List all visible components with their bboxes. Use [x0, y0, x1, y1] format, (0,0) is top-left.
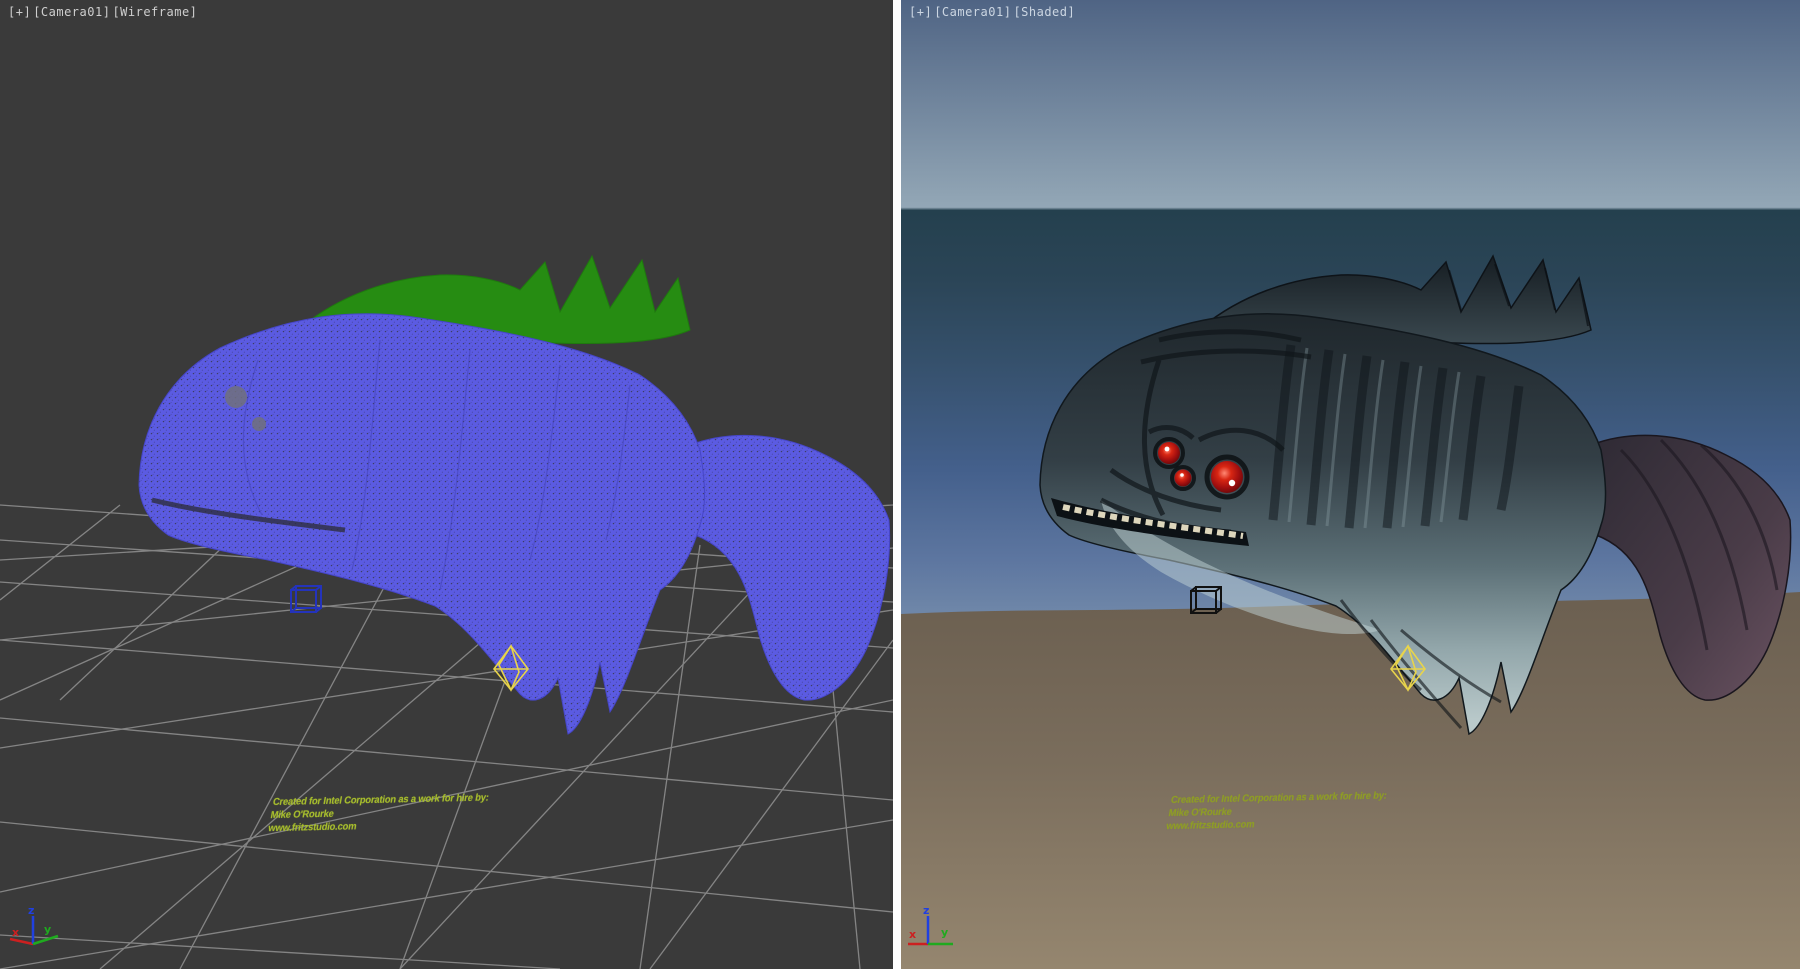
box-helper[interactable]: [291, 586, 321, 612]
axis-z-label: z: [28, 904, 34, 917]
fish-eye-outline-large: [225, 386, 247, 408]
viewport-camera01-wireframe[interactable]: [+] [Camera01] [Wireframe]: [0, 0, 893, 969]
viewport-menu-pov[interactable]: [Camera01]: [934, 5, 1011, 19]
axis-y-label: y: [941, 926, 948, 939]
viewport-menu-shading[interactable]: [Wireframe]: [112, 5, 197, 19]
viewport-menu-general[interactable]: [+]: [8, 5, 31, 19]
viewport-label: [+] [Camera01] [Shaded]: [909, 5, 1075, 19]
scene-credit-text: Created for Intel Corporation as a work …: [267, 791, 490, 835]
axis-x-label: x: [909, 928, 916, 941]
app-background-strip: [0, 969, 1800, 978]
fish-eye-medium: [1158, 442, 1180, 464]
viewport-label: [+] [Camera01] [Wireframe]: [8, 5, 197, 19]
viewport-menu-shading[interactable]: [Shaded]: [1013, 5, 1075, 19]
app-root: { "left": { "labels": ["[+]", "[Camera01…: [0, 0, 1800, 978]
fish-eye-large: [1211, 461, 1243, 493]
axis-z-label: z: [923, 904, 929, 917]
box-helper[interactable]: [1191, 587, 1221, 613]
viewport-camera01-shaded[interactable]: [+] [Camera01] [Shaded]: [901, 0, 1800, 969]
axis-tripod: x y z: [10, 904, 58, 944]
axis-x-label: x: [12, 926, 19, 939]
scene-credit-text: Created for Intel Corporation as a work …: [1165, 789, 1388, 833]
viewport-menu-pov[interactable]: [Camera01]: [33, 5, 110, 19]
fish-tail-fin-wireframe[interactable]: [689, 435, 889, 700]
fish-body-wireframe[interactable]: [139, 314, 705, 734]
axis-y-label: y: [44, 923, 51, 936]
viewport-menu-general[interactable]: [+]: [909, 5, 932, 19]
viewport-splitter[interactable]: [893, 0, 901, 969]
fish-eye-small: [1175, 470, 1192, 487]
fish-eye-outline-small: [252, 417, 266, 431]
